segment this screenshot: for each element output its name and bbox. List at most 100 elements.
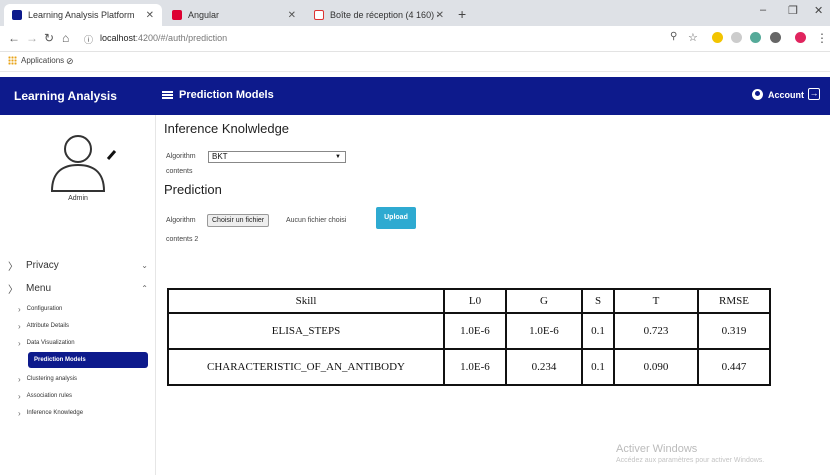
sidebar-item-inference-knowledge[interactable]: › Inference Knowledge (18, 407, 148, 419)
privacy-label: Privacy (26, 260, 59, 271)
choose-file-button[interactable]: Choisir un fichier (207, 214, 270, 227)
chevron-right-icon: 〉 (8, 262, 18, 273)
extension-icon[interactable] (731, 32, 742, 43)
table-cell: CHARACTERISTIC_OF_AN_ANTIBODY (167, 348, 445, 386)
chevron-down-icon: ⌄ (141, 261, 148, 270)
extension-icon[interactable] (750, 32, 761, 43)
tab-label: Boîte de réception (4 160) - bacc... (330, 10, 440, 20)
chevron-right-icon: › (18, 374, 21, 384)
chevron-right-icon: 〉 (8, 285, 18, 296)
upload-button[interactable]: Upload (376, 207, 416, 229)
table-cell: 0.1 (581, 348, 615, 386)
table-cell: 1.0E-6 (443, 312, 507, 350)
menu-kebab-icon[interactable]: ⋮ (816, 31, 828, 45)
tab-label: Angular (188, 10, 220, 20)
sidebar-item-clustering-analysis[interactable]: › Clustering analysis (18, 373, 148, 385)
url-path: :4200/#/auth/prediction (135, 33, 228, 43)
apps-bookmark[interactable]: Applications (8, 56, 64, 65)
prediction-results-table: Skill L0 G S T RMSE ELISA_STEPS 1.0E-6 1… (167, 288, 771, 386)
sidebar-item-attribute-details[interactable]: › Attribute Details (18, 320, 148, 332)
account-label: Account (768, 89, 804, 100)
activation-watermark-title: Activer Windows (616, 443, 698, 455)
close-tab-icon[interactable]: ✕ (146, 10, 154, 21)
table-cell: 0.723 (613, 312, 699, 350)
main-content: Inference Knolwledge Algorithm BKT ▼ con… (156, 115, 830, 475)
table-row: ELISA_STEPS 1.0E-6 1.0E-6 0.1 0.723 0.31… (167, 312, 771, 350)
gmail-favicon-icon (314, 10, 324, 20)
sidebar-item-label: Data Visualization (26, 340, 75, 346)
chevron-right-icon: › (18, 321, 21, 331)
sidebar-item-label: Inference Knowledge (26, 410, 84, 416)
forward-icon[interactable]: → (26, 31, 38, 45)
tab-label: Learning Analysis Platform (28, 10, 135, 20)
brand-title: Learning Analysis (14, 89, 117, 103)
table-cell: 0.090 (613, 348, 699, 386)
sidebar-item-data-visualization[interactable]: › Data Visualization (18, 337, 148, 349)
sidebar: Admin 〉 Privacy ⌄ 〉 Menu ⌃ › Configurati… (0, 115, 156, 475)
column-header-skill: Skill (167, 288, 445, 314)
page-heading-label: Prediction Models (179, 89, 274, 101)
column-header-t: T (613, 288, 699, 314)
close-tab-icon[interactable]: ✕ (436, 10, 444, 21)
privacy-section[interactable]: 〉 Privacy ⌄ (8, 258, 148, 273)
profile-avatar-icon[interactable] (795, 32, 806, 43)
no-file-text: Aucun fichier choisi (286, 217, 347, 224)
column-header-rmse: RMSE (697, 288, 771, 314)
info-icon[interactable]: ⓘ (84, 33, 93, 46)
chevron-right-icon: › (18, 304, 21, 314)
account-button[interactable]: Account (752, 89, 804, 100)
star-icon[interactable]: ☆ (688, 31, 698, 44)
apps-label: Applications (21, 56, 65, 65)
chevron-right-icon: › (18, 338, 21, 348)
tab-learning-analysis[interactable]: Learning Analysis Platform ✕ (4, 4, 162, 26)
close-tab-icon[interactable]: ✕ (288, 10, 296, 21)
logout-icon[interactable]: → (808, 88, 820, 100)
url-host: localhost (100, 33, 136, 43)
chevron-right-icon: › (18, 391, 21, 401)
table-cell: 1.0E-6 (443, 348, 507, 386)
close-window-icon[interactable]: ✕ (814, 4, 823, 17)
extension-icon[interactable] (770, 32, 781, 43)
chevron-right-icon: › (18, 408, 21, 418)
new-tab-button[interactable]: + (458, 6, 466, 22)
inference-title: Inference Knolwledge (164, 121, 290, 136)
table-header-row: Skill L0 G S T RMSE (167, 288, 771, 314)
minimize-icon[interactable]: – (760, 4, 766, 16)
page-heading: Prediction Models (162, 89, 274, 101)
sidebar-item-association-rules[interactable]: › Association rules (18, 390, 148, 402)
table-cell: 0.319 (697, 312, 771, 350)
hamburger-menu-icon[interactable] (162, 91, 173, 99)
column-header-g: G (505, 288, 583, 314)
table-cell: 0.234 (505, 348, 583, 386)
sidebar-item-configuration[interactable]: › Configuration (18, 303, 148, 315)
reload-icon[interactable]: ↻ (44, 31, 54, 45)
apps-grid-icon (8, 56, 17, 65)
sidebar-item-prediction-models[interactable]: Prediction Models (28, 352, 148, 368)
table-row: CHARACTERISTIC_OF_AN_ANTIBODY 1.0E-6 0.2… (167, 348, 771, 386)
menu-label: Menu (26, 283, 52, 294)
menu-section[interactable]: 〉 Menu ⌃ (8, 281, 148, 296)
tab-gmail[interactable]: Boîte de réception (4 160) - bacc... ✕ (306, 4, 452, 26)
table-cell: 1.0E-6 (505, 312, 583, 350)
browser-tab-strip: Learning Analysis Platform ✕ Angular ✕ B… (0, 0, 830, 26)
bookmark-icon[interactable]: ⊘ (66, 56, 74, 67)
angular-favicon-icon (172, 10, 182, 20)
address-bar: ← → ↻ ⌂ ⓘ localhost:4200/#/auth/predicti… (0, 26, 830, 52)
home-icon[interactable]: ⌂ (62, 31, 69, 45)
account-icon (752, 89, 763, 100)
contents-label: contents (166, 168, 193, 175)
dropdown-arrow-icon: ▼ (335, 154, 341, 160)
prediction-title: Prediction (164, 182, 222, 197)
table-cell: 0.447 (697, 348, 771, 386)
sidebar-item-label: Clustering analysis (26, 376, 78, 382)
contents2-label: contents 2 (166, 236, 199, 243)
back-icon[interactable]: ← (8, 31, 20, 45)
extension-icon[interactable] (712, 32, 723, 43)
url-field[interactable]: localhost:4200/#/auth/prediction (100, 33, 227, 43)
sidebar-item-label: Prediction Models (34, 357, 86, 363)
zoom-icon[interactable]: ⚲ (670, 31, 677, 42)
maximize-icon[interactable]: ❐ (788, 4, 798, 17)
algorithm-select[interactable]: BKT ▼ (208, 151, 346, 163)
tab-angular[interactable]: Angular ✕ (164, 4, 304, 26)
sidebar-item-label: Association rules (26, 393, 73, 399)
